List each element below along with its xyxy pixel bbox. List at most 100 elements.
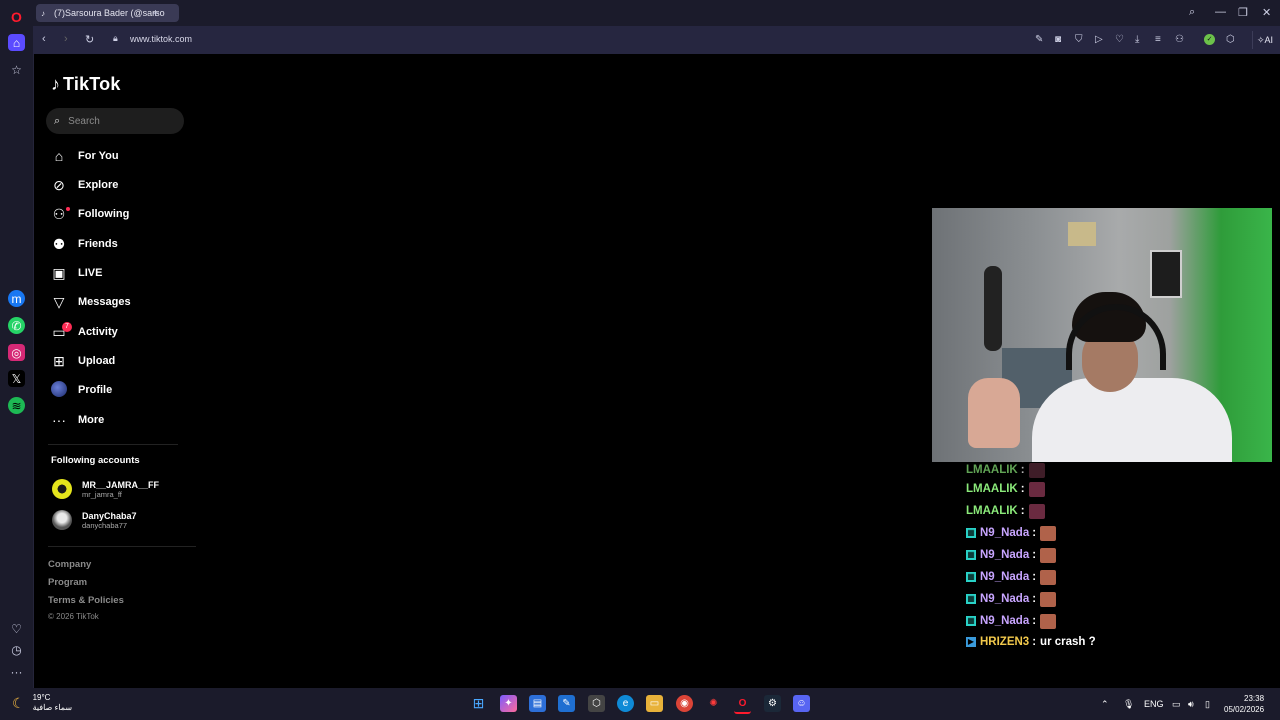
badge-icon: ▶ [966,637,976,647]
emote-icon [1040,525,1057,541]
cube-icon[interactable]: ⬡ [1226,34,1235,45]
camera-icon[interactable]: ◙ [1055,34,1061,45]
display-icon[interactable]: ▭ [1172,699,1181,710]
nav-label: Explore [78,179,119,191]
footer-link-program[interactable]: Program [48,577,87,588]
menu-icon[interactable]: ≡ [1155,34,1161,45]
search-icon[interactable]: ⌕ [1189,6,1195,19]
emote-icon [1028,462,1045,478]
nav-upload[interactable]: ⊞ Upload [50,349,180,373]
badge-icon: ▦ [966,616,976,626]
chrome-icon[interactable]: ◉ [676,695,693,712]
emote-icon [1028,481,1045,497]
history-icon[interactable]: ◷ [8,641,25,658]
chat-line: ▶ HRIZEN3: ur crash ? [966,636,1096,648]
nav-for-you[interactable]: ⌂ For You [50,144,180,168]
nav-friends[interactable]: ⚉ Friends [50,232,180,256]
volume-icon[interactable]: 🔊︎ [1188,699,1194,710]
nav-label: For You [78,150,119,162]
copilot-icon[interactable]: ✦ [500,695,517,712]
home-icon[interactable]: ⌂ [8,34,25,51]
windows-start-icon[interactable]: ⊞ [470,695,487,712]
tab-bar: ♪ (7)Sarsoura Bader (@sarso + ⌕ — ❐ ✕ [33,0,1280,26]
discord-icon[interactable]: ☺ [793,695,810,712]
store-icon[interactable]: ▤ [529,695,546,712]
wall-poster [1150,250,1182,298]
nav-more[interactable]: ··· More [50,408,180,432]
spotify-icon[interactable]: ≋ [8,397,25,414]
maximize-icon[interactable]: ❐ [1238,6,1248,19]
lock-icon[interactable]: 🔒︎ [113,33,118,44]
ai-label: AI [1264,35,1274,45]
chat-line: ▦ N9_Nada: [966,612,1057,630]
compass-icon: ⊘ [53,176,65,193]
heart-icon[interactable]: ♡ [1115,34,1124,45]
opera-logo-icon[interactable]: O [8,8,25,25]
back-icon[interactable]: ‹ [42,33,46,45]
reload-icon[interactable]: ↻ [85,33,94,46]
ai-button[interactable]: ✧AI [1252,31,1277,49]
minimize-icon[interactable]: — [1215,6,1226,18]
nav-label: Upload [78,355,116,367]
nav-activity[interactable]: ▭ 7 Activity [50,320,180,344]
url-field[interactable]: www.tiktok.com [130,34,192,44]
footer-link-terms[interactable]: Terms & Policies [48,595,124,606]
badge-icon: ▦ [966,594,976,604]
close-icon[interactable]: ✕ [1262,6,1271,19]
extension-icon[interactable]: ✓ [1204,34,1215,45]
star-icon[interactable]: ☆ [8,61,25,78]
mic-icon[interactable]: 🎙︎ [1123,699,1134,710]
following-accounts-title: Following accounts [51,455,140,466]
steam-icon[interactable]: ⚙ [764,695,781,712]
date: 05/02/2026 [1224,705,1265,714]
messenger-icon[interactable]: m [8,290,25,307]
search-icon: ⌕ [54,114,61,127]
copyright: © 2026 TikTok [48,612,99,621]
tiktok-logo[interactable]: ♪ TikTok [51,74,121,95]
edit-icon[interactable]: ✎ [1035,34,1043,45]
opera-icon[interactable]: O [734,695,751,714]
app-icon[interactable]: ✎ [558,695,575,712]
person-hoodie [1032,378,1232,462]
app-icon[interactable]: ⬡ [588,695,605,712]
account-handle: mr_jamra_ff [82,489,122,499]
nav-label: LIVE [78,267,103,279]
search-box[interactable]: ⌕ [46,108,184,134]
send-icon[interactable]: ▷ [1095,34,1103,45]
chat-username: N9_Nada [980,615,1030,627]
nav-live[interactable]: ▣ LIVE [50,261,180,285]
edge-icon[interactable]: e [617,695,634,712]
weather-temp: 19°C [32,693,51,702]
search-input[interactable] [66,114,171,128]
language-indicator[interactable]: ENG [1144,699,1164,709]
heart-icon[interactable]: ♡ [8,620,25,637]
nav-profile[interactable]: Profile [50,378,180,402]
x-icon[interactable]: 𝕏 [8,370,25,387]
new-tab-icon[interactable]: + [152,6,159,20]
forward-icon[interactable]: › [64,33,68,45]
nav-following[interactable]: ⚇ Following [50,202,180,226]
divider [48,444,178,445]
home-icon: ⌂ [54,148,64,164]
nav-messages[interactable]: ▽ Messages [50,290,180,314]
account-item[interactable]: MR__JAMRA__FF mr_jamra_ff [52,479,159,499]
shield-icon[interactable]: ⛉ [1075,34,1083,45]
clock[interactable]: 23:38 05/02/2026 [1224,693,1264,715]
nav-explore[interactable]: ⊘ Explore [50,173,180,197]
battery-icon[interactable]: ▯ [1205,699,1210,710]
wall-hoop [1068,222,1096,246]
person-hand [968,378,1020,448]
instagram-icon[interactable]: ◎ [8,344,25,361]
chevron-up-icon[interactable]: ⌃ [1101,699,1109,710]
opera-gx-icon[interactable]: ✺ [705,695,722,712]
footer-link-company[interactable]: Company [48,559,91,570]
download-icon[interactable]: ⤓ [1135,34,1139,45]
whatsapp-icon[interactable]: ✆ [8,317,25,334]
emote-icon [1040,613,1057,629]
chat-username: LMAALIK [966,483,1018,495]
folder-icon[interactable]: ▭ [646,695,663,712]
account-item[interactable]: DanyChaba7 danychaba77 [52,510,137,530]
more-dots-icon[interactable]: ··· [8,663,25,680]
account-icon[interactable]: ⚇ [1175,34,1184,45]
weather-widget[interactable]: ☾ 19°C سماء صافية [12,693,72,713]
